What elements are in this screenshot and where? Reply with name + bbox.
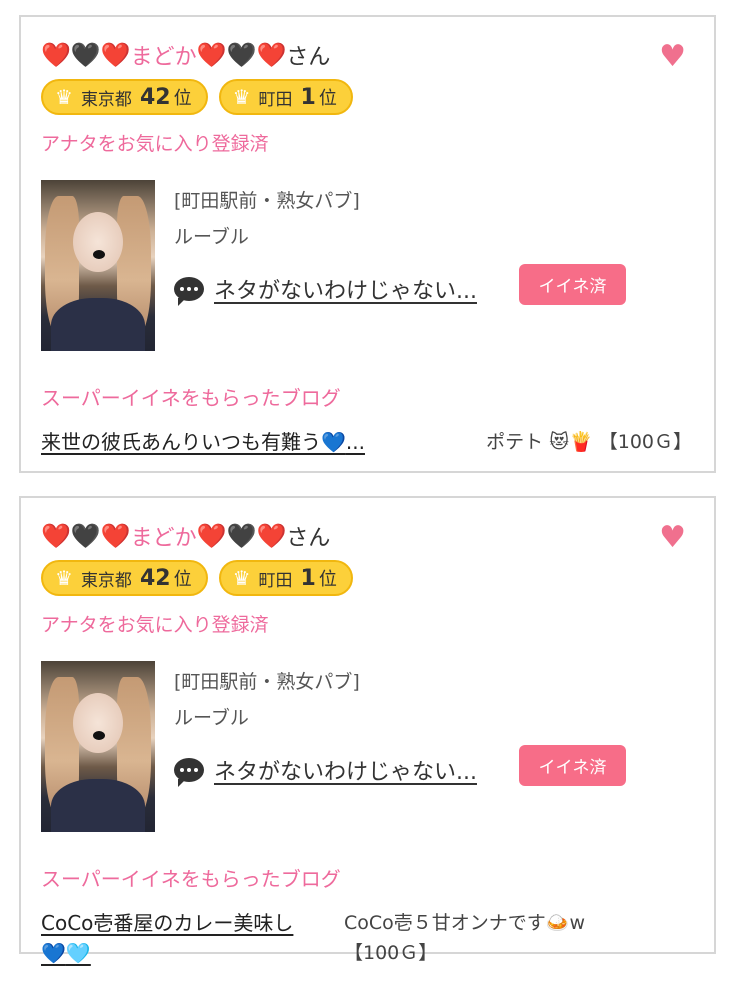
honorific: さん [286,45,331,70]
black-heart-emoji: 🖤 [226,41,257,69]
curry-emoji: 🍛 [545,912,570,934]
rank-area: 東京都 [80,89,132,110]
gift-price: 【100Ｇ】 [598,431,692,453]
blog-link[interactable]: ネタがないわけじゃない... [174,754,477,787]
crown-icon: ♛ [232,566,251,590]
rank-unit: 位 [318,569,337,590]
favorite-status: アナタをお気に入り登録済 [41,614,269,636]
heart-icon[interactable]: ♥ [659,520,686,555]
rank-unit: 位 [173,569,192,590]
super-like-blog-link[interactable]: CoCo壱番屋のカレー美味し 💙🩵 [41,908,341,968]
cast-photo[interactable] [41,661,155,832]
rank-number: 1 [300,84,316,110]
super-like-blog-title: CoCo壱番屋のカレー美味し [41,911,294,935]
rank-badge-machida: ♛ 町田 1 位 [218,79,353,115]
gift-price: 【100Ｇ】 [344,942,438,964]
gift-info: CoCo壱５甘オンナです🍛w 【100Ｇ】 [344,908,654,968]
ellipsis: ... [345,430,365,454]
red-heart-emoji: ❤️ [256,522,287,550]
super-like-label: スーパーイイネをもらったブログ [41,867,341,891]
rank-badges: ♛ 東京都 42 位 ♛ 町田 1 位 [41,560,353,596]
shop-info: [町田駅前・熟女パブ] ルーブル [174,183,360,255]
rank-badge-tokyo: ♛ 東京都 42 位 [41,79,208,115]
gift-info: ポテト 😻🍟 【100Ｇ】 [486,427,692,457]
rank-number: 42 [139,84,171,110]
shop-name: ルーブル [174,226,249,248]
speech-bubble-icon [174,277,204,306]
rank-number: 42 [139,565,171,591]
cast-name-text: まどか [130,526,197,551]
gift-message: CoCo壱５甘オンナです [344,912,546,934]
black-heart-emoji: 🖤 [226,522,257,550]
super-like-blog-link[interactable]: 来世の彼氏あんりいつも有難う💙... [41,427,365,457]
red-heart-emoji: ❤️ [41,522,71,550]
black-heart-emoji: 🖤 [70,41,101,69]
crown-icon: ♛ [232,85,251,109]
super-like-blog-title: 来世の彼氏あんりいつも有難う [41,430,321,454]
red-heart-emoji: ❤️ [100,522,131,550]
rank-badge-machida: ♛ 町田 1 位 [218,560,353,596]
red-heart-emoji: ❤️ [256,41,287,69]
rank-area: 町田 [258,89,293,110]
crown-icon: ♛ [55,85,73,109]
rank-number: 1 [300,565,316,591]
blog-card: ❤️ 🖤 ❤️ まどか ❤️ 🖤 ❤️ さん ♥ ♛ 東京都 42 位 ♛ 町田… [19,15,716,473]
blog-link[interactable]: ネタがないわけじゃない... [174,273,477,306]
like-button[interactable]: イイネ済 [519,264,626,305]
cast-name[interactable]: ❤️ 🖤 ❤️ まどか ❤️ 🖤 ❤️ さん [41,520,330,552]
crown-icon: ♛ [55,566,73,590]
red-heart-emoji: ❤️ [196,41,227,69]
blog-title[interactable]: ネタがないわけじゃない... [214,273,477,305]
favorite-status: アナタをお気に入り登録済 [41,133,269,155]
cat-heart-eyes-emoji: 😻 [549,431,570,453]
blog-card: ❤️ 🖤 ❤️ まどか ❤️ 🖤 ❤️ さん ♥ ♛ 東京都 42 位 ♛ 町田… [19,496,716,965]
fries-emoji: 🍟 [569,431,593,453]
light-blue-heart-emoji: 🩵 [65,941,91,965]
rank-badge-tokyo: ♛ 東京都 42 位 [41,560,208,596]
shop-area: [町田駅前・熟女パブ] [174,190,360,212]
gift-message: ポテト [486,431,544,453]
shop-info: [町田駅前・熟女パブ] ルーブル [174,664,360,736]
rank-unit: 位 [173,88,192,109]
rank-area: 町田 [258,570,293,591]
heart-icon[interactable]: ♥ [659,39,686,74]
rank-badges: ♛ 東京都 42 位 ♛ 町田 1 位 [41,79,353,115]
gift-suffix: w [569,912,586,934]
rank-area: 東京都 [80,570,132,591]
red-heart-emoji: ❤️ [196,522,227,550]
super-like-label: スーパーイイネをもらったブログ [41,386,341,410]
speech-bubble-icon [174,758,204,787]
red-heart-emoji: ❤️ [100,41,131,69]
like-button[interactable]: イイネ済 [519,745,626,786]
blog-title[interactable]: ネタがないわけじゃない... [214,754,477,786]
shop-name: ルーブル [174,707,249,729]
honorific: さん [286,526,331,551]
cast-photo[interactable] [41,180,155,351]
cast-name-text: まどか [130,45,197,70]
rank-unit: 位 [318,88,337,109]
black-heart-emoji: 🖤 [70,522,101,550]
cast-name[interactable]: ❤️ 🖤 ❤️ まどか ❤️ 🖤 ❤️ さん [41,39,330,71]
shop-area: [町田駅前・熟女パブ] [174,671,360,693]
red-heart-emoji: ❤️ [41,41,71,69]
blue-heart-emoji: 💙 [321,430,346,454]
blue-heart-emoji: 💙 [41,941,66,965]
